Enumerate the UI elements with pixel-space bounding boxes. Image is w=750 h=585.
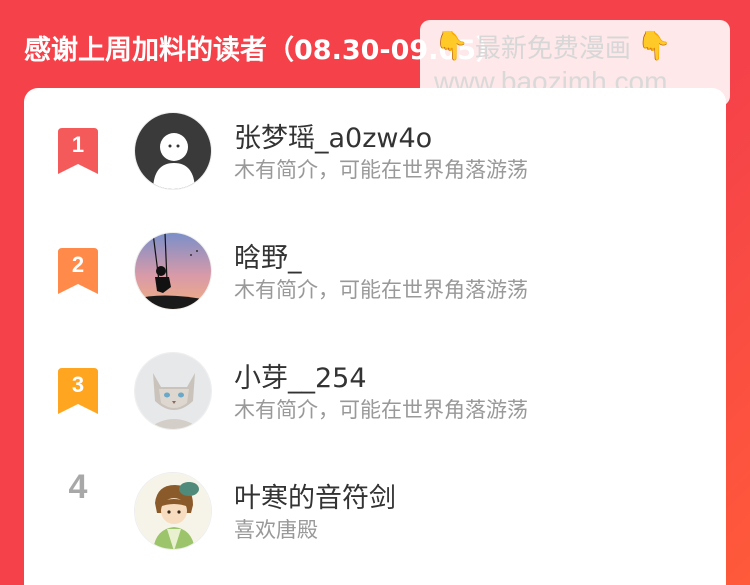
user-bio: 喜欢唐殿 [234,518,318,542]
pointing-down-hand-icon: 👇 [636,29,672,62]
list-item[interactable]: 4 叶寒的音符剑 喜欢唐殿 [24,448,726,568]
list-item[interactable]: 3 小芽__254 木有简介，可能在世界角落游荡 [24,328,726,448]
avatar[interactable] [134,352,212,430]
reader-list-card: 1 张梦瑶_a0zw4o 木有简介，可能在世界角落游荡 2 晗野_ 木有简介，可… [24,88,726,585]
user-name[interactable]: 晗野_ [234,236,302,275]
avatar[interactable] [134,112,212,190]
rank-badge: 3 [58,368,98,414]
watermark-line1: 👇 最新免费漫画 👇 [434,28,720,64]
user-name[interactable]: 叶寒的音符剑 [234,476,396,515]
rank-number: 2 [71,252,85,277]
rank-badge: 2 [58,248,98,294]
rank-number: 3 [71,372,85,397]
list-item[interactable]: 1 张梦瑶_a0zw4o 木有简介，可能在世界角落游荡 [24,88,726,208]
avatar[interactable] [134,472,212,550]
user-name[interactable]: 小芽__254 [234,356,367,395]
list-item[interactable]: 2 晗野_ 木有简介，可能在世界角落游荡 [24,208,726,328]
watermark-text: 最新免费漫画 [474,33,631,64]
rank-number: 1 [71,132,85,157]
pointing-down-hand-icon: 👇 [434,29,469,62]
user-bio: 木有简介，可能在世界角落游荡 [234,278,528,302]
rank-badge: 1 [58,128,98,174]
user-bio: 木有简介，可能在世界角落游荡 [234,398,528,422]
avatar[interactable] [134,232,212,310]
user-bio: 木有简介，可能在世界角落游荡 [234,158,528,182]
rank-number: 4 [68,468,88,506]
user-name[interactable]: 张梦瑶_a0zw4o [234,116,432,155]
